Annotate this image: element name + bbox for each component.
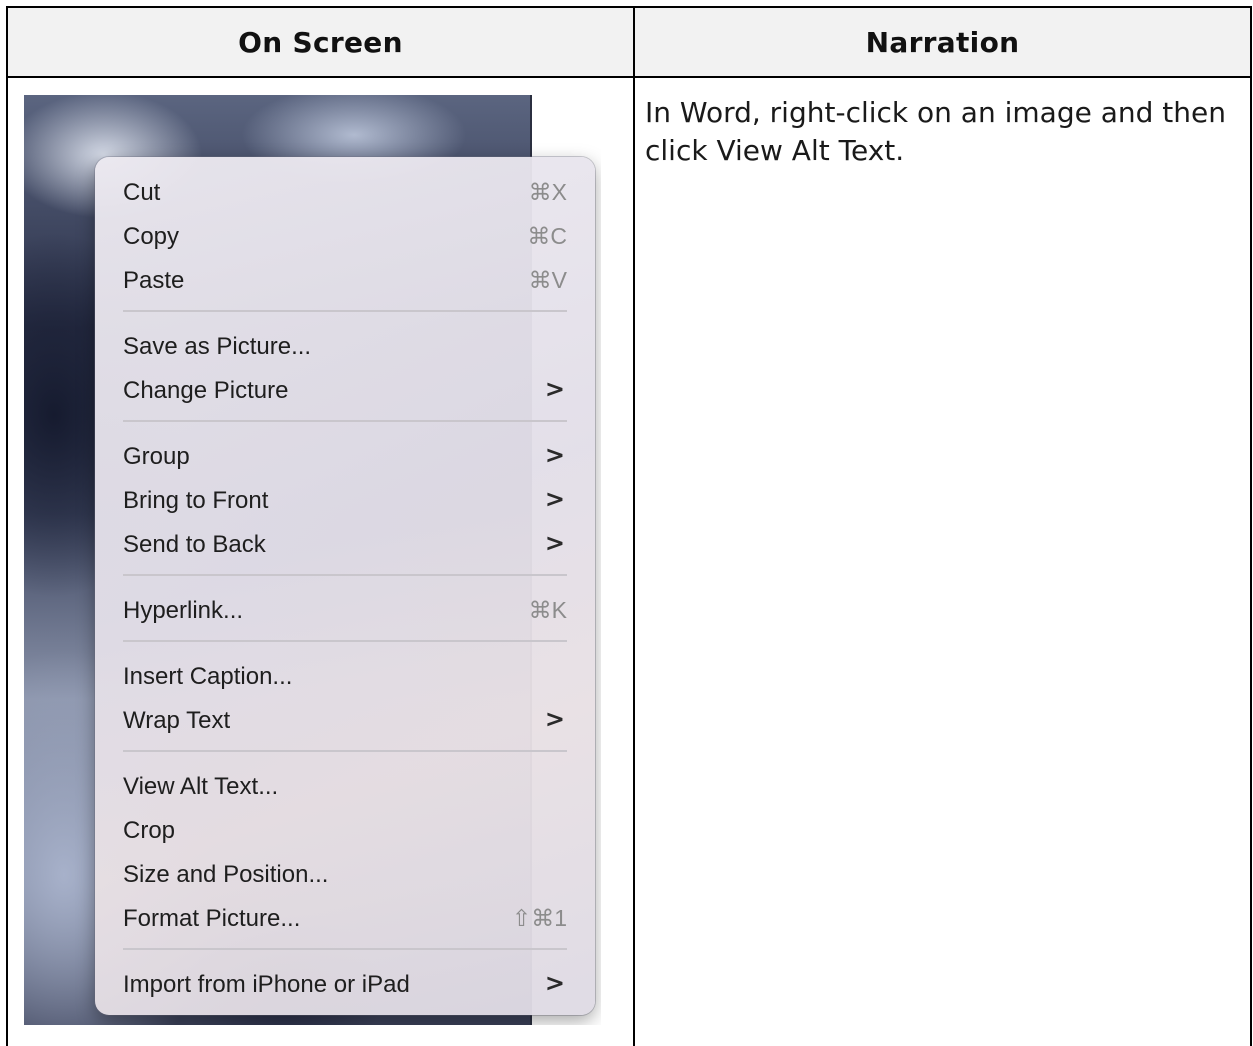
- menu-item-label: View Alt Text...: [123, 773, 279, 800]
- column-header-on-screen: On Screen: [238, 26, 403, 59]
- menu-item-label: Group: [123, 443, 190, 470]
- menu-item-change-picture[interactable]: Change Picture >: [123, 369, 567, 413]
- menu-item-label: Bring to Front: [123, 487, 269, 514]
- chevron-right-icon: >: [544, 375, 565, 403]
- menu-separator: [123, 750, 567, 752]
- menu-item-cut[interactable]: Cut ⌘X: [123, 171, 567, 215]
- menu-item-label: Send to Back: [123, 531, 266, 558]
- menu-item-format-picture[interactable]: Format Picture... ⇧⌘1: [123, 897, 567, 941]
- menu-item-label: Wrap Text: [123, 707, 231, 734]
- menu-separator: [123, 574, 567, 576]
- menu-item-label: Hyperlink...: [123, 597, 244, 624]
- menu-item-label: Cut: [123, 179, 161, 206]
- shortcut-label: ⌘C: [527, 223, 567, 249]
- menu-item-crop[interactable]: Crop: [123, 809, 567, 853]
- column-divider: [633, 8, 635, 1046]
- menu-item-label: Format Picture...: [123, 905, 301, 932]
- context-menu: Cut ⌘X Copy ⌘C Paste ⌘V Save as Picture.…: [95, 157, 595, 1015]
- chevron-right-icon: >: [544, 705, 565, 733]
- shortcut-label: ⌘K: [528, 597, 567, 623]
- chevron-right-icon: >: [544, 485, 565, 513]
- column-header-narration: Narration: [865, 26, 1020, 59]
- menu-item-hyperlink[interactable]: Hyperlink... ⌘K: [123, 589, 567, 633]
- menu-separator: [123, 310, 567, 312]
- menu-item-label: Change Picture: [123, 377, 289, 404]
- menu-item-group[interactable]: Group >: [123, 435, 567, 479]
- chevron-right-icon: >: [544, 441, 565, 469]
- menu-item-paste[interactable]: Paste ⌘V: [123, 259, 567, 303]
- menu-item-insert-caption[interactable]: Insert Caption...: [123, 655, 567, 699]
- menu-item-save-as-picture[interactable]: Save as Picture...: [123, 325, 567, 369]
- menu-item-wrap-text[interactable]: Wrap Text >: [123, 699, 567, 743]
- shortcut-label: ⌘X: [528, 179, 567, 205]
- menu-item-bring-to-front[interactable]: Bring to Front >: [123, 479, 567, 523]
- menu-item-copy[interactable]: Copy ⌘C: [123, 215, 567, 259]
- menu-item-label: Paste: [123, 267, 185, 294]
- menu-item-view-alt-text[interactable]: View Alt Text...: [123, 765, 567, 809]
- menu-separator: [123, 948, 567, 950]
- menu-separator: [123, 420, 567, 422]
- menu-item-send-to-back[interactable]: Send to Back >: [123, 523, 567, 567]
- menu-item-import-from-iphone[interactable]: Import from iPhone or iPad >: [123, 963, 567, 1007]
- menu-item-label: Insert Caption...: [123, 663, 293, 690]
- menu-item-label: Save as Picture...: [123, 333, 312, 360]
- shortcut-label: ⇧⌘1: [511, 905, 567, 931]
- menu-item-label: Import from iPhone or iPad: [123, 971, 410, 998]
- narration-text: In Word, right-click on an image and the…: [645, 96, 1226, 167]
- chevron-right-icon: >: [544, 529, 565, 557]
- table-header-row: On Screen Narration: [8, 8, 1250, 78]
- menu-item-size-and-position[interactable]: Size and Position...: [123, 853, 567, 897]
- shortcut-label: ⌘V: [528, 267, 567, 293]
- menu-item-label: Size and Position...: [123, 861, 329, 888]
- screenshot-image: Cut ⌘X Copy ⌘C Paste ⌘V Save as Picture.…: [24, 95, 601, 1025]
- chevron-right-icon: >: [544, 969, 565, 997]
- menu-item-label: Copy: [123, 223, 180, 250]
- menu-separator: [123, 640, 567, 642]
- menu-item-label: Crop: [123, 817, 176, 844]
